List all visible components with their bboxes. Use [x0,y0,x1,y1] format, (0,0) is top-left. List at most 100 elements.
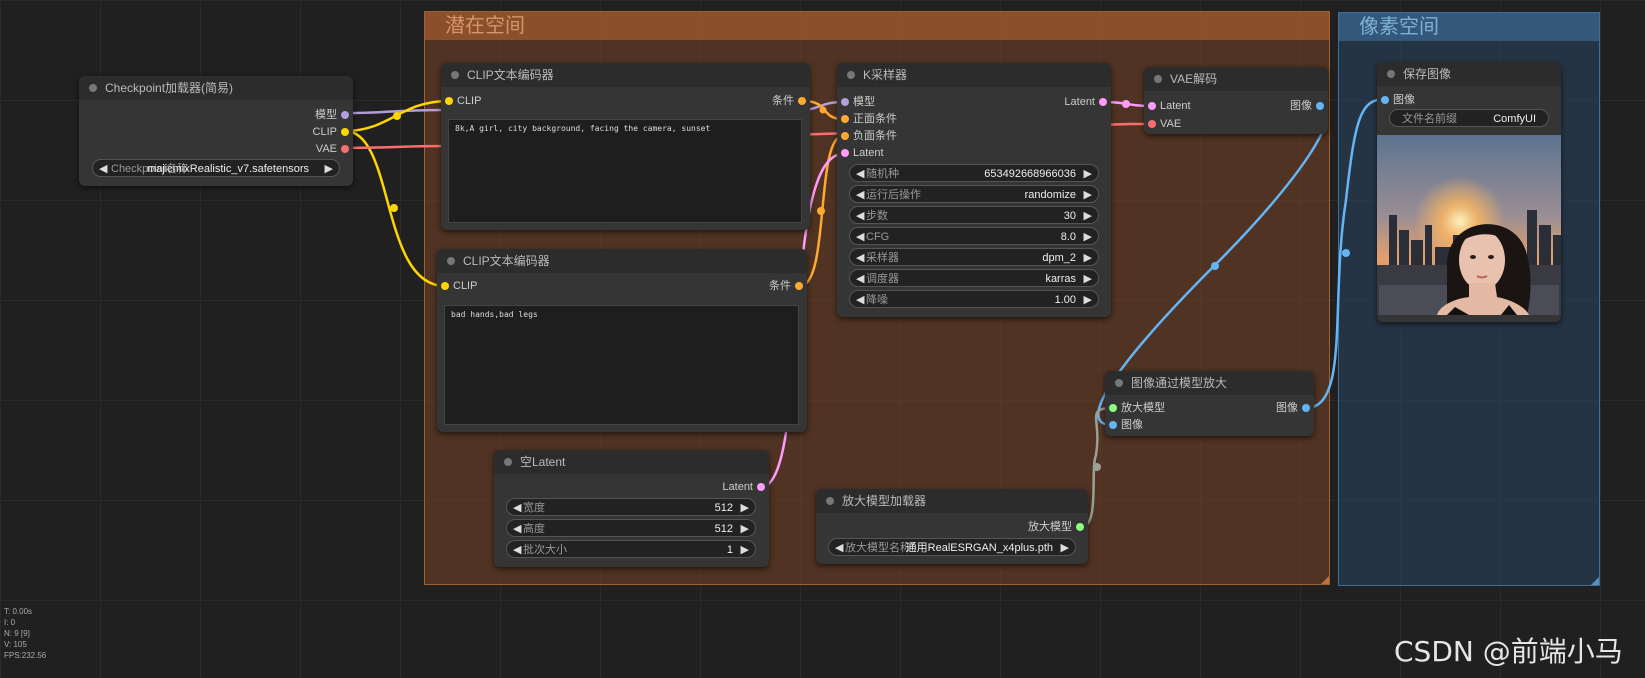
arrow-right-icon[interactable]: ▶ [1084,186,1092,204]
arrow-right-icon[interactable]: ▶ [1084,291,1092,309]
number-width[interactable]: ◀ 宽度 512 ▶ [506,498,756,516]
output-upscale-model[interactable]: 放大模型 [1028,519,1088,535]
arrow-left-icon[interactable]: ◀ [856,165,864,183]
output-conditioning[interactable]: 条件 [772,93,810,109]
input-model[interactable]: 模型 [837,94,875,110]
arrow-right-icon[interactable]: ▶ [1084,228,1092,246]
output-image-preview[interactable] [1377,135,1561,315]
number-cfg[interactable]: ◀ CFG 8.0 ▶ [849,227,1099,245]
number-steps[interactable]: ◀ 步数 30 ▶ [849,206,1099,224]
combo-upscale-model-name[interactable]: ◀ 放大模型名称 通用RealESRGAN_x4plus.pth ▶ [828,538,1076,556]
output-latent[interactable]: Latent [722,479,769,495]
arrow-right-icon[interactable]: ▶ [1084,270,1092,288]
arrow-right-icon[interactable]: ▶ [1061,539,1069,557]
input-clip[interactable]: CLIP [441,93,481,109]
arrow-left-icon[interactable]: ◀ [513,541,521,559]
arrow-left-icon[interactable]: ◀ [856,291,864,309]
group-title[interactable]: 像素空间 [1339,13,1599,41]
combo-control-after-generate[interactable]: ◀ 运行后操作 randomize ▶ [849,185,1099,203]
node-title[interactable]: 图像通过模型放大 [1105,371,1314,395]
arrow-left-icon[interactable]: ◀ [99,160,107,178]
input-positive[interactable]: 正面条件 [837,111,897,127]
node-title[interactable]: CLIP文本编码器 [441,63,810,87]
node-title[interactable]: 保存图像 [1377,62,1561,86]
arrow-right-icon[interactable]: ▶ [741,541,749,559]
output-clip[interactable]: CLIP [313,124,353,140]
group-resize-handle[interactable] [1591,577,1599,585]
node-vae-decode[interactable]: VAE解码 Latent 图像 VAE [1144,67,1328,134]
arrow-right-icon[interactable]: ▶ [741,520,749,538]
node-title[interactable]: CLIP文本编码器 [437,249,807,273]
slot-dot[interactable] [1148,102,1156,110]
input-latent[interactable]: Latent [1144,98,1191,114]
prompt-textarea[interactable]: 8k,A girl, city background, facing the c… [448,119,802,223]
output-latent[interactable]: Latent [1064,94,1111,110]
combo-scheduler[interactable]: ◀ 调度器 karras ▶ [849,269,1099,287]
input-image[interactable]: 图像 [1105,417,1143,433]
slot-dot[interactable] [841,98,849,106]
arrow-left-icon[interactable]: ◀ [856,228,864,246]
group-title[interactable]: 潜在空间 [425,12,1329,40]
arrow-left-icon[interactable]: ◀ [513,499,521,517]
slot-dot[interactable] [1302,404,1310,412]
slot-dot[interactable] [795,282,803,290]
node-save-image[interactable]: 保存图像 图像 文件名前缀 ComfyUI [1377,62,1561,322]
arrow-left-icon[interactable]: ◀ [856,249,864,267]
arrow-left-icon[interactable]: ◀ [856,270,864,288]
slot-dot[interactable] [798,97,806,105]
slot-dot[interactable] [841,149,849,157]
arrow-left-icon[interactable]: ◀ [835,539,843,557]
number-height[interactable]: ◀ 高度 512 ▶ [506,519,756,537]
node-title[interactable]: K采样器 [837,63,1111,87]
node-title[interactable]: VAE解码 [1144,67,1328,91]
slot-dot[interactable] [757,483,765,491]
node-title[interactable]: Checkpoint加载器(简易) [79,76,353,100]
slot-dot[interactable] [1099,98,1107,106]
input-image[interactable]: 图像 [1377,92,1415,108]
output-vae[interactable]: VAE [316,141,353,157]
node-checkpoint-loader[interactable]: Checkpoint加载器(简易) 模型 CLIP VAE ◀ Checkpoi… [79,76,353,186]
slot-dot[interactable] [841,115,849,123]
arrow-right-icon[interactable]: ▶ [1084,207,1092,225]
node-ksampler[interactable]: K采样器 模型 Latent 正面条件 负面条件 Latent ◀ 随机种 6534… [837,63,1111,317]
slot-dot[interactable] [1109,421,1117,429]
combo-checkpoint-name[interactable]: ◀ Checkpoint名称 majicmixRealistic_v7.safe… [92,159,340,177]
input-clip[interactable]: CLIP [437,278,477,294]
input-vae[interactable]: VAE [1144,116,1181,132]
number-seed[interactable]: ◀ 随机种 653492668966036 ▶ [849,164,1099,182]
input-upscale-model[interactable]: 放大模型 [1105,400,1165,416]
output-conditioning[interactable]: 条件 [769,278,807,294]
node-clip-text-encode-negative[interactable]: CLIP文本编码器 CLIP 条件 bad hands,bad legs [437,249,807,432]
arrow-right-icon[interactable]: ▶ [1084,165,1092,183]
slot-dot[interactable] [1148,120,1156,128]
input-negative[interactable]: 负面条件 [837,128,897,144]
slot-dot[interactable] [341,128,349,136]
arrow-right-icon[interactable]: ▶ [325,160,333,178]
slot-dot[interactable] [1316,102,1324,110]
number-batch-size[interactable]: ◀ 批次大小 1 ▶ [506,540,756,558]
slot-dot[interactable] [341,111,349,119]
output-model[interactable]: 模型 [315,107,353,123]
output-image[interactable]: 图像 [1276,400,1314,416]
slot-dot[interactable] [441,282,449,290]
slot-dot[interactable] [1076,523,1084,531]
arrow-left-icon[interactable]: ◀ [856,207,864,225]
arrow-left-icon[interactable]: ◀ [856,186,864,204]
node-title[interactable]: 放大模型加载器 [816,489,1088,513]
node-title[interactable]: 空Latent [494,450,769,474]
slot-dot[interactable] [841,132,849,140]
number-denoise[interactable]: ◀ 降噪 1.00 ▶ [849,290,1099,308]
slot-dot[interactable] [1381,96,1389,104]
node-image-upscale-with-model[interactable]: 图像通过模型放大 放大模型 图像 图像 [1105,371,1314,436]
arrow-right-icon[interactable]: ▶ [1084,249,1092,267]
slot-dot[interactable] [341,145,349,153]
node-clip-text-encode-positive[interactable]: CLIP文本编码器 CLIP 条件 8k,A girl, city backgr… [441,63,810,230]
text-filename-prefix[interactable]: 文件名前缀 ComfyUI [1389,109,1549,127]
group-resize-handle[interactable] [1321,576,1329,584]
arrow-right-icon[interactable]: ▶ [741,499,749,517]
node-upscale-model-loader[interactable]: 放大模型加载器 放大模型 ◀ 放大模型名称 通用RealESRGAN_x4plus.… [816,489,1088,564]
output-image[interactable]: 图像 [1290,98,1328,114]
input-latent[interactable]: Latent [837,145,884,161]
arrow-left-icon[interactable]: ◀ [513,520,521,538]
slot-dot[interactable] [445,97,453,105]
